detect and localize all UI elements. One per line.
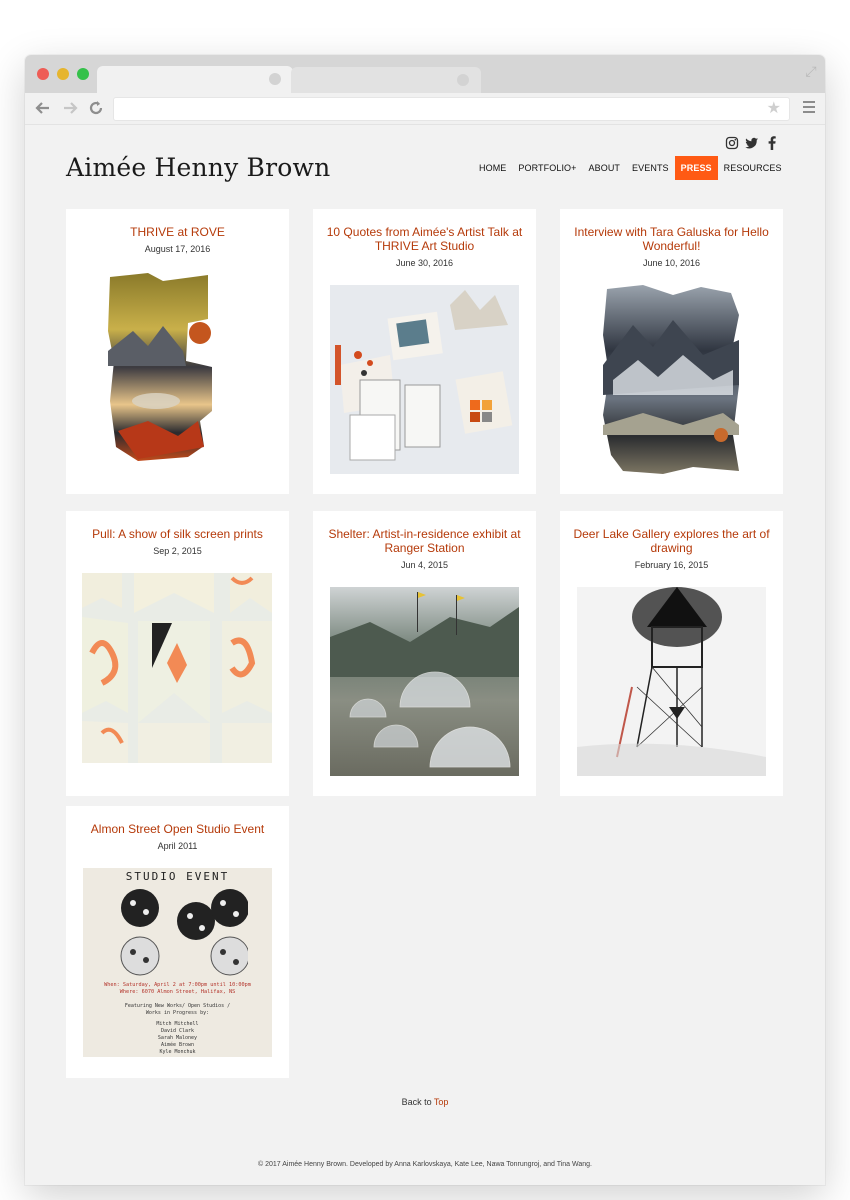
- browser-window: ⤢ ★ Aimée Henny Brown HOME PORTFOLIO+ AB…: [25, 55, 825, 1185]
- nav-events[interactable]: EVENTS: [626, 157, 675, 179]
- post-date: Sep 2, 2015: [153, 546, 202, 556]
- browser-tab-active[interactable]: [97, 66, 293, 93]
- post-thumbnail-poster[interactable]: STUDIO EVENT When: Saturday, April 2 at …: [83, 868, 272, 1057]
- press-card[interactable]: Interview with Tara Galuska for Hello Wo…: [560, 209, 783, 494]
- nav-resources[interactable]: RESOURCES: [718, 157, 788, 179]
- browser-tab-inactive[interactable]: [291, 67, 481, 94]
- poster-name: Aimée Brown: [160, 1042, 195, 1048]
- poster-name: Sarah Maloney: [157, 1035, 198, 1041]
- page-content: Aimée Henny Brown HOME PORTFOLIO+ ABOUT …: [25, 126, 825, 1185]
- main-nav: HOME PORTFOLIO+ ABOUT EVENTS PRESS RESOU…: [473, 156, 788, 180]
- close-window-button[interactable]: [37, 68, 49, 80]
- post-title[interactable]: Shelter: Artist-in-residence exhibit at …: [313, 527, 536, 555]
- poster-line2: Where: 6070 Almon Street, Halifax, NS: [119, 989, 236, 995]
- press-card[interactable]: Shelter: Artist-in-residence exhibit at …: [313, 511, 536, 796]
- post-date: Jun 4, 2015: [400, 560, 449, 570]
- post-date: June 30, 2016: [395, 258, 454, 268]
- poster-name: David Clark: [160, 1028, 195, 1034]
- press-card[interactable]: Almon Street Open Studio Event April 201…: [66, 806, 289, 1078]
- nav-home[interactable]: HOME: [473, 157, 512, 179]
- post-title[interactable]: Pull: A show of silk screen prints: [66, 527, 289, 541]
- post-title[interactable]: Interview with Tara Galuska for Hello Wo…: [560, 225, 783, 253]
- back-to-top-prefix: Back to: [401, 1097, 432, 1107]
- nav-about[interactable]: ABOUT: [583, 157, 627, 179]
- back-to-top-link[interactable]: Top: [434, 1097, 449, 1107]
- browser-toolbar: ★: [25, 93, 825, 125]
- press-card[interactable]: 10 Quotes from Aimée's Artist Talk at TH…: [313, 209, 536, 494]
- post-date: February 16, 2015: [634, 560, 709, 570]
- social-links: [725, 136, 779, 150]
- back-to-top: Back to Top: [25, 1097, 825, 1107]
- facebook-icon[interactable]: [765, 136, 779, 150]
- post-title[interactable]: THRIVE at ROVE: [66, 225, 289, 239]
- post-thumbnail-domes[interactable]: [330, 587, 519, 776]
- post-thumbnail-silkscreen[interactable]: [82, 573, 272, 763]
- poster-heading: STUDIO EVENT: [125, 870, 230, 883]
- forward-arrow-icon[interactable]: [61, 99, 79, 117]
- poster-features: Featuring New Works/ Open Studios / Work…: [89, 1003, 266, 1056]
- post-date: April 2011: [157, 841, 198, 851]
- post-date: June 10, 2016: [642, 258, 701, 268]
- instagram-icon[interactable]: [725, 136, 739, 150]
- press-card[interactable]: Deer Lake Gallery explores the art of dr…: [560, 511, 783, 796]
- poster-details: When: Saturday, April 2 at 7:00pm until …: [89, 982, 266, 996]
- fullscreen-icon[interactable]: ⤢: [803, 63, 819, 79]
- post-thumbnail-drawing[interactable]: [577, 587, 766, 776]
- post-date: August 17, 2016: [144, 244, 211, 254]
- poster-name-list: Mitch Mitchell David Clark Sarah Maloney…: [89, 1021, 266, 1056]
- post-title[interactable]: Almon Street Open Studio Event: [66, 822, 289, 836]
- press-card[interactable]: Pull: A show of silk screen prints Sep 2…: [66, 511, 289, 796]
- maximize-window-button[interactable]: [77, 68, 89, 80]
- nav-portfolio[interactable]: PORTFOLIO+: [512, 157, 582, 179]
- poster-name: Kyle Monchuk: [159, 1049, 196, 1055]
- address-bar[interactable]: ★: [113, 97, 790, 121]
- back-arrow-icon[interactable]: [34, 99, 52, 117]
- press-card[interactable]: THRIVE at ROVE August 17, 2016: [66, 209, 289, 494]
- post-thumbnail-landscape[interactable]: [603, 285, 741, 474]
- minimize-window-button[interactable]: [57, 68, 69, 80]
- reload-icon[interactable]: [87, 99, 105, 117]
- post-thumbnail-collage[interactable]: [108, 271, 214, 461]
- poster-name: Mitch Mitchell: [156, 1021, 199, 1027]
- poster-line4: Works in Progress by:: [145, 1010, 210, 1016]
- poster-line3: Featuring New Works/ Open Studios /: [124, 1003, 231, 1009]
- site-footer: © 2017 Aimée Henny Brown. Developed by A…: [258, 1161, 592, 1168]
- post-title[interactable]: 10 Quotes from Aimée's Artist Talk at TH…: [313, 225, 536, 253]
- browser-tab-strip: ⤢: [25, 55, 825, 94]
- poster-line1: When: Saturday, April 2 at 7:00pm until …: [104, 982, 251, 988]
- nav-press[interactable]: PRESS: [674, 156, 718, 180]
- tab-close-icon[interactable]: [457, 74, 469, 86]
- twitter-icon[interactable]: [745, 136, 759, 150]
- tab-close-icon[interactable]: [269, 73, 281, 85]
- post-title[interactable]: Deer Lake Gallery explores the art of dr…: [560, 527, 783, 555]
- poster-circles-graphic: [120, 889, 248, 976]
- site-title[interactable]: Aimée Henny Brown: [66, 153, 330, 182]
- post-thumbnail-artist-books[interactable]: [330, 285, 519, 474]
- bookmark-star-icon[interactable]: ★: [767, 100, 781, 118]
- browser-menu-icon[interactable]: [803, 101, 815, 113]
